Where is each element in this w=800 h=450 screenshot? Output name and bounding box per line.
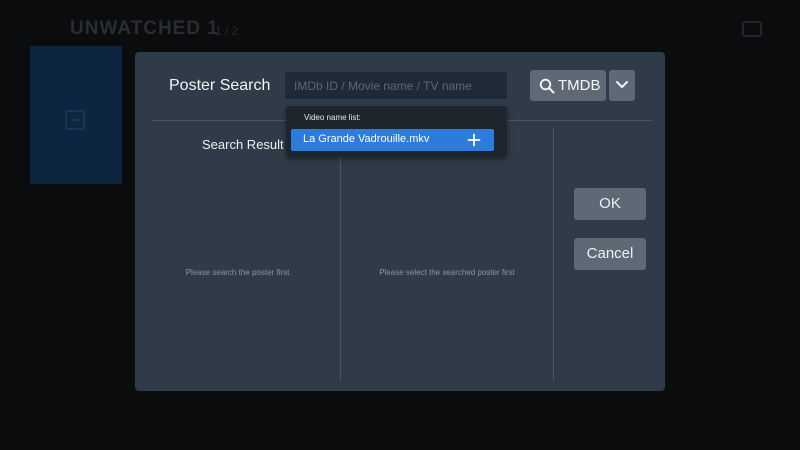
provider-label: TMDB	[558, 77, 601, 94]
search-icon	[539, 78, 555, 94]
column-divider-left	[340, 128, 341, 381]
ok-button[interactable]: OK	[574, 188, 646, 220]
poster-search-dialog: Poster Search TMDB Search Result Please …	[135, 52, 665, 391]
list-item[interactable]: La Grande Vadrouille.mkv	[291, 129, 494, 151]
column-divider-right	[553, 128, 554, 381]
cancel-button[interactable]: Cancel	[574, 238, 646, 270]
chevron-down-icon	[616, 81, 628, 88]
search-result-heading: Search Result	[202, 137, 284, 152]
placeholder-icon	[65, 110, 85, 130]
plus-icon[interactable]	[467, 133, 481, 147]
list-item-label: La Grande Vadrouille.mkv	[303, 133, 430, 145]
poster-preview-hint: Please select the searched poster first	[379, 268, 515, 277]
provider-dropdown-button[interactable]	[609, 70, 635, 101]
search-input[interactable]	[285, 72, 507, 99]
popup-title: Video name list:	[304, 113, 361, 122]
dialog-title: Poster Search	[169, 77, 271, 94]
menu-icon	[742, 21, 762, 37]
background-title: UNWATCHED 1	[70, 18, 219, 39]
search-result-hint: Please search the poster first	[185, 268, 290, 277]
provider-search-button[interactable]: TMDB	[530, 70, 606, 101]
video-name-list-popup: Video name list: La Grande Vadrouille.mk…	[286, 106, 507, 157]
background-page-indicator: 1 / 2	[215, 24, 239, 38]
